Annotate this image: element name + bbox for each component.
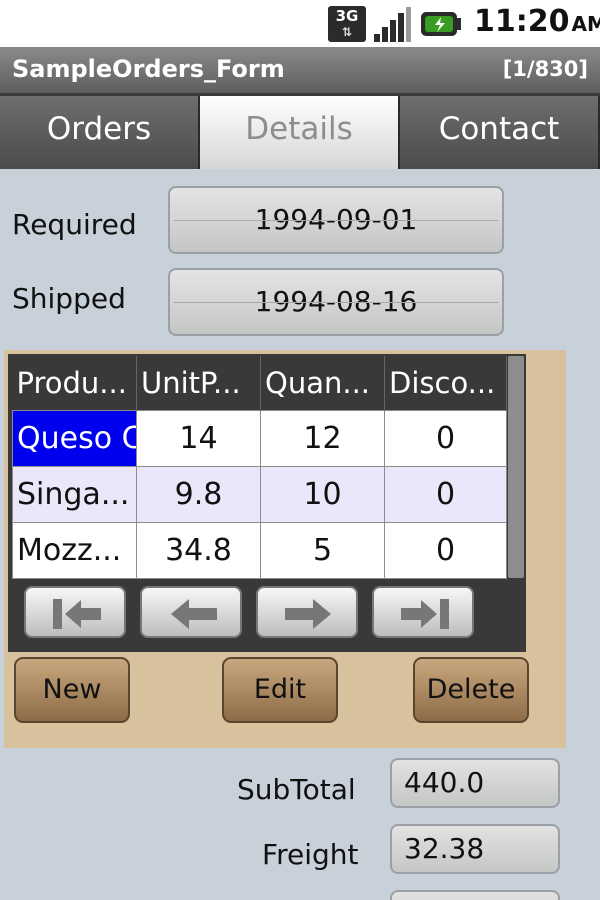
data-activity-icon: ⇅ bbox=[341, 25, 353, 39]
next-record-button[interactable] bbox=[256, 586, 358, 638]
quantity-cell[interactable]: 5 bbox=[260, 521, 385, 579]
discount-cell[interactable]: 0 bbox=[384, 521, 507, 579]
network-type: 3G bbox=[335, 7, 359, 25]
column-header-discount[interactable]: Disco... bbox=[384, 356, 507, 410]
tab-contact[interactable]: Contact bbox=[400, 96, 600, 169]
grid-scrollbar[interactable] bbox=[508, 356, 524, 578]
next-record-icon bbox=[285, 599, 331, 629]
clock-time: 11:20 bbox=[474, 4, 570, 39]
unit-price-cell[interactable]: 34.8 bbox=[136, 521, 261, 579]
product-cell[interactable]: Singa... bbox=[12, 465, 137, 523]
shipped-label: Shipped bbox=[12, 282, 126, 315]
unit-price-cell[interactable]: 14 bbox=[136, 409, 261, 467]
battery-icon bbox=[421, 12, 461, 36]
app-title: SampleOrders_Form bbox=[12, 55, 285, 83]
first-record-icon bbox=[53, 599, 101, 629]
signal-icon bbox=[374, 7, 411, 42]
details-table: Produ... UnitP... Quan... Disco... Queso… bbox=[12, 356, 507, 579]
tab-details[interactable]: Details bbox=[200, 96, 400, 169]
table-row[interactable]: Mozz... 34.8 5 0 bbox=[12, 521, 507, 579]
column-header-quantity[interactable]: Quan... bbox=[260, 356, 385, 410]
3g-icon: 3G ⇅ bbox=[328, 6, 366, 42]
quantity-cell[interactable]: 12 bbox=[260, 409, 385, 467]
last-record-icon bbox=[401, 599, 449, 629]
new-button[interactable]: New bbox=[14, 657, 130, 723]
order-details-panel: Produ... UnitP... Quan... Disco... Queso… bbox=[4, 350, 566, 748]
grid-navigation bbox=[8, 584, 526, 644]
unit-price-cell[interactable]: 9.8 bbox=[136, 465, 261, 523]
delete-button[interactable]: Delete bbox=[413, 657, 529, 723]
clock-ampm: AM bbox=[571, 12, 600, 36]
tab-bar: Orders Details Contact bbox=[0, 93, 600, 169]
subtotal-label: SubTotal bbox=[237, 773, 356, 806]
last-record-button[interactable] bbox=[372, 586, 474, 638]
tab-orders[interactable]: Orders bbox=[0, 96, 200, 169]
subtotal-field[interactable]: 440.0 bbox=[390, 758, 560, 808]
quantity-cell[interactable]: 10 bbox=[260, 465, 385, 523]
freight-field[interactable]: 32.38 bbox=[390, 824, 560, 874]
shipped-date-field[interactable]: 1994-08-16 bbox=[168, 268, 504, 336]
app-title-bar: SampleOrders_Form [1/830] bbox=[0, 47, 600, 93]
table-header-row: Produ... UnitP... Quan... Disco... bbox=[12, 356, 507, 410]
previous-record-button[interactable] bbox=[140, 586, 242, 638]
discount-cell[interactable]: 0 bbox=[384, 409, 507, 467]
edit-button[interactable]: Edit bbox=[222, 657, 338, 723]
freight-label: Freight bbox=[262, 838, 359, 871]
order-details-grid: Produ... UnitP... Quan... Disco... Queso… bbox=[8, 354, 526, 652]
product-cell[interactable]: Mozz... bbox=[12, 521, 137, 579]
discount-cell[interactable]: 0 bbox=[384, 465, 507, 523]
status-bar: 3G ⇅ 11:20 AM bbox=[0, 0, 600, 47]
required-label: Required bbox=[12, 208, 137, 241]
first-record-button[interactable] bbox=[24, 586, 126, 638]
column-header-product[interactable]: Produ... bbox=[12, 356, 137, 410]
required-date-field[interactable]: 1994-09-01 bbox=[168, 186, 504, 254]
table-row[interactable]: Singa... 9.8 10 0 bbox=[12, 465, 507, 523]
product-cell[interactable]: Queso C bbox=[12, 409, 137, 467]
record-counter: [1/830] bbox=[502, 57, 588, 81]
column-header-unit-price[interactable]: UnitP... bbox=[136, 356, 261, 410]
previous-record-icon bbox=[171, 599, 217, 629]
clock: 11:20 AM bbox=[474, 4, 600, 39]
table-row[interactable]: Queso C 14 12 0 bbox=[12, 409, 507, 467]
next-field-partial[interactable] bbox=[390, 890, 560, 900]
